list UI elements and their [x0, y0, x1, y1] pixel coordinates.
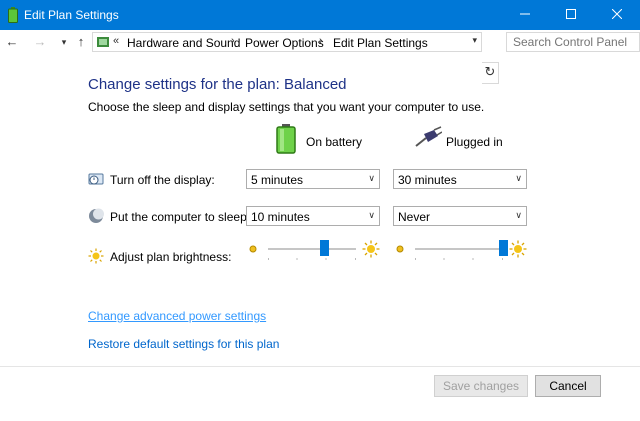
- chevron-down-icon: ▾: [61, 37, 67, 47]
- plugged-column-label: Plugged in: [446, 135, 503, 149]
- slider-track: [268, 248, 356, 250]
- arrow-right-icon: →: [33, 34, 47, 49]
- slider-thumb[interactable]: [319, 240, 329, 256]
- recent-locations-button[interactable]: ▾: [56, 34, 72, 50]
- sun-dim-icon: [249, 245, 257, 253]
- battery-column-label: On battery: [306, 135, 363, 149]
- chevron-down-icon: ∨: [368, 173, 375, 183]
- display-plugged-select[interactable]: 30 minutes ∨: [393, 169, 527, 189]
- advanced-power-settings-link[interactable]: Change advanced power settings: [88, 309, 266, 323]
- breadcrumb-separator-icon: ›: [231, 35, 235, 47]
- address-dropdown-icon[interactable]: ▾: [472, 35, 477, 46]
- breadcrumb-edit-plan-settings[interactable]: Edit Plan Settings: [333, 36, 428, 50]
- control-panel-icon: [97, 37, 109, 47]
- arrow-up-icon: ↑: [77, 34, 85, 49]
- slider-ticks: [415, 258, 503, 260]
- title-bar: Edit Plan Settings: [0, 0, 640, 30]
- moon-sleep-icon: [89, 208, 104, 223]
- breadcrumb[interactable]: « Hardware and Sound › Power Options › E…: [92, 32, 482, 52]
- restore-defaults-link[interactable]: Restore default settings for this plan: [88, 337, 279, 351]
- footer-bar: Save changes Cancel: [0, 366, 640, 421]
- sun-bright-icon: [362, 240, 380, 258]
- brightness-plugged-slider[interactable]: [393, 238, 527, 262]
- up-button[interactable]: ↑: [73, 34, 89, 50]
- display-clock-icon: [88, 173, 104, 185]
- minimize-button[interactable]: [502, 0, 548, 30]
- close-icon: [611, 8, 623, 20]
- save-changes-button[interactable]: Save changes: [434, 375, 528, 397]
- breadcrumb-separator-icon: ›: [319, 35, 323, 47]
- slider-track: [415, 248, 503, 250]
- breadcrumb-overflow[interactable]: «: [113, 35, 119, 47]
- sleep-battery-select[interactable]: 10 minutes ∨: [246, 206, 380, 226]
- battery-icon: [276, 124, 296, 154]
- sun-bright-icon: [509, 240, 527, 258]
- refresh-button[interactable]: ↻: [482, 62, 499, 84]
- close-button[interactable]: [594, 0, 640, 30]
- battery-app-icon: [8, 7, 18, 23]
- search-input[interactable]: [506, 32, 640, 52]
- maximize-button[interactable]: [548, 0, 594, 30]
- forward-button[interactable]: →: [32, 34, 48, 50]
- slider-ticks: [268, 258, 356, 260]
- sun-brightness-icon: [88, 248, 104, 264]
- page-title: Change settings for the plan: Balanced: [88, 76, 347, 93]
- chevron-down-icon: ∨: [368, 210, 375, 220]
- display-battery-select[interactable]: 5 minutes ∨: [246, 169, 380, 189]
- cancel-button[interactable]: Cancel: [535, 375, 601, 397]
- window-title: Edit Plan Settings: [24, 8, 119, 22]
- power-plug-icon: [415, 126, 442, 147]
- chevron-down-icon: ∨: [515, 210, 522, 220]
- sleep-plugged-select[interactable]: Never ∨: [393, 206, 527, 226]
- breadcrumb-power-options[interactable]: Power Options: [245, 36, 324, 50]
- breadcrumb-hardware-and-sound[interactable]: Hardware and Sound: [127, 36, 240, 50]
- page-description: Choose the sleep and display settings th…: [88, 100, 485, 114]
- sun-dim-icon: [396, 245, 404, 253]
- chevron-down-icon: ∨: [515, 173, 522, 183]
- back-button[interactable]: ←: [4, 34, 20, 50]
- minimize-icon: [520, 13, 530, 15]
- slider-thumb[interactable]: [498, 240, 508, 256]
- brightness-battery-slider[interactable]: [246, 238, 380, 262]
- refresh-icon: ↻: [484, 64, 496, 79]
- arrow-left-icon: ←: [5, 34, 19, 49]
- maximize-icon: [566, 9, 576, 19]
